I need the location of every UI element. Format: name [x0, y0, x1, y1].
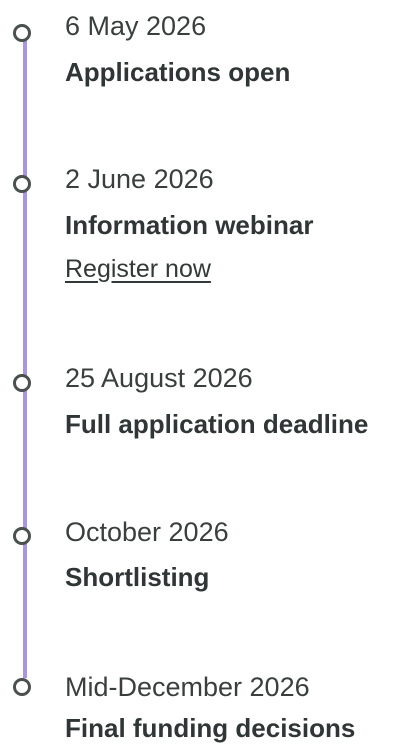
event-date: 2 June 2026	[65, 164, 214, 194]
event-title: Final funding decisions	[65, 713, 356, 743]
timeline-marker-icon	[13, 527, 31, 545]
timeline-marker-icon	[13, 24, 31, 42]
event-date: Mid-December 2026	[65, 672, 310, 702]
event-date: 6 May 2026	[65, 11, 207, 41]
timeline: 6 May 2026 Applications open 2 June 2026…	[0, 0, 416, 745]
event-title: Information webinar	[65, 210, 314, 240]
event-date: October 2026	[65, 517, 229, 547]
event-title: Shortlisting	[65, 562, 210, 592]
event-date: 25 August 2026	[65, 363, 253, 393]
timeline-marker-icon	[13, 175, 31, 193]
event-title: Full application deadline	[65, 409, 369, 439]
register-now-link[interactable]: Register now	[65, 253, 211, 285]
event-title: Applications open	[65, 57, 291, 87]
timeline-line	[23, 30, 27, 678]
timeline-marker-icon	[13, 678, 31, 696]
timeline-marker-icon	[13, 374, 31, 392]
